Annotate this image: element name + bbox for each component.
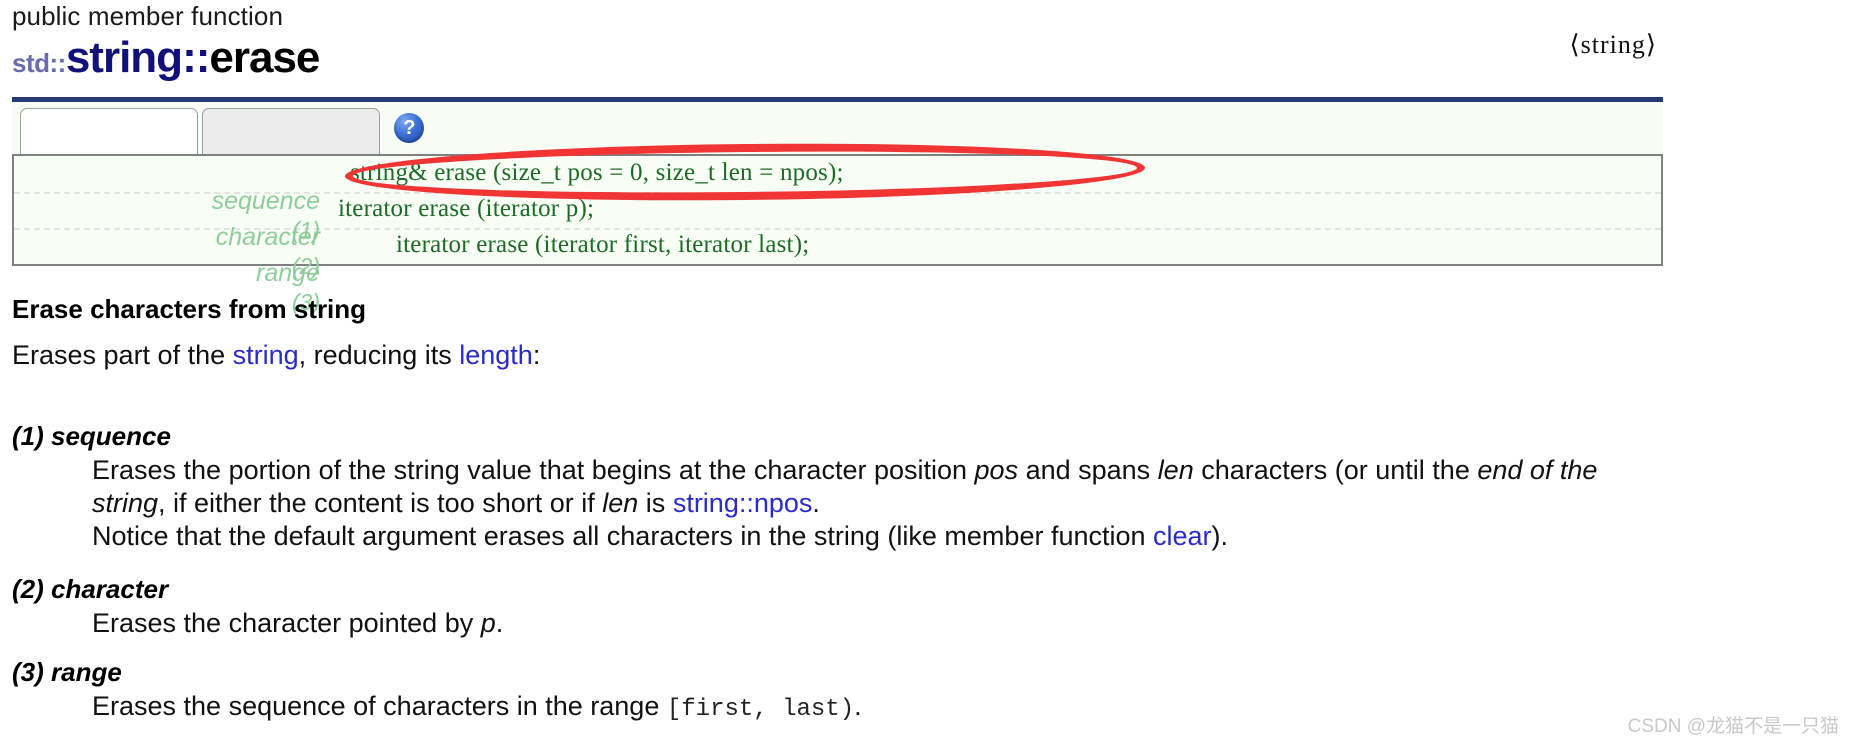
signature-code-character: iterator erase (iterator p); <box>338 195 595 222</box>
section-title: Erase characters from string <box>12 294 367 324</box>
variant-sequence-heading: (1) sequence <box>12 421 171 451</box>
inline-emphasis: len <box>602 488 639 518</box>
inline-code: [first, last) <box>666 696 855 723</box>
inline-text: Erases the portion of the string value t… <box>92 455 975 485</box>
link-length[interactable]: length <box>459 340 533 370</box>
variant-range: (3) range Erases the sequence of charact… <box>12 654 1652 726</box>
signature-code-range: iterator erase (iterator first, iterator… <box>396 231 810 258</box>
variant-sequence-line-1: Erases the portion of the string value t… <box>92 454 1652 520</box>
signature-row-sequence: sequence (1) string& erase (size_t pos =… <box>14 158 1661 243</box>
variant-sequence: (1) sequence Erases the portion of the s… <box>12 418 1652 553</box>
page-kicker: public member function <box>12 1 283 31</box>
documentation-body: Erase characters from string Erases part… <box>12 292 1652 726</box>
inline-emphasis: p <box>480 608 496 638</box>
variant-character-line-1: Erases the character pointed by p. <box>92 607 1652 640</box>
variant-character-body: Erases the character pointed by p. <box>92 607 1652 640</box>
variant-range-body: Erases the sequence of characters in the… <box>92 690 1652 726</box>
variant-character: (2) character Erases the character point… <box>12 571 1652 640</box>
inline-text: ). <box>1211 521 1229 551</box>
variant-range-line-1: Erases the sequence of characters in the… <box>92 690 1652 726</box>
lead-paragraph: Erases part of the string, reducing its … <box>12 338 1652 372</box>
variant-sequence-body: Erases the portion of the string value t… <box>92 454 1652 553</box>
signature-row-character: character (2) iterator erase (iterator p… <box>14 194 1661 279</box>
lead-part3: : <box>532 340 541 370</box>
standard-version-tabbar: C++98 C++11 ? <box>12 102 1663 232</box>
csdn-watermark: CSDN @龙猫不是一只猫 <box>1627 716 1839 737</box>
variant-range-heading: (3) range <box>12 657 122 687</box>
inline-link[interactable]: clear <box>1153 521 1212 551</box>
inline-emphasis: len <box>1157 455 1194 485</box>
signature-code-sequence: string& erase (size_t pos = 0, size_t le… <box>350 159 844 186</box>
inline-text: Erases the sequence of characters in the… <box>92 691 667 721</box>
title-class: string <box>65 33 183 82</box>
signature-row-range: range (3) iterator erase (iterator first… <box>14 230 1661 315</box>
inline-text: characters (or until the <box>1193 455 1478 485</box>
inline-text: Notice that the default argument erases … <box>92 521 1154 551</box>
title-separator: :: <box>182 33 210 82</box>
inline-text: , if either the content is too short or … <box>158 488 603 518</box>
title-function: erase <box>209 33 320 82</box>
variant-sequence-line-2: Notice that the default argument erases … <box>92 520 1652 553</box>
variant-character-heading: (2) character <box>12 574 169 604</box>
inline-emphasis: pos <box>974 455 1019 485</box>
link-string[interactable]: string <box>233 340 299 370</box>
lead-part1: Erases part of the <box>12 340 233 370</box>
signature-label-range-text: range <box>256 259 320 287</box>
page-title: std:: string :: erase <box>12 33 320 83</box>
signature-box: sequence (1) string& erase (size_t pos =… <box>12 154 1663 315</box>
inline-text: and spans <box>1018 455 1158 485</box>
inline-text: is <box>638 488 673 518</box>
header-include-label: ⟨string⟩ <box>1569 30 1657 59</box>
title-namespace: std:: <box>12 48 66 78</box>
help-icon[interactable]: ? <box>394 113 425 143</box>
inline-text: . <box>854 691 862 721</box>
lead-part2: , reducing its <box>298 340 460 370</box>
inline-text: Erases the character pointed by <box>92 608 481 638</box>
inline-link[interactable]: string::npos <box>673 488 813 518</box>
inline-text: . <box>812 488 820 518</box>
inline-text: . <box>495 608 504 638</box>
